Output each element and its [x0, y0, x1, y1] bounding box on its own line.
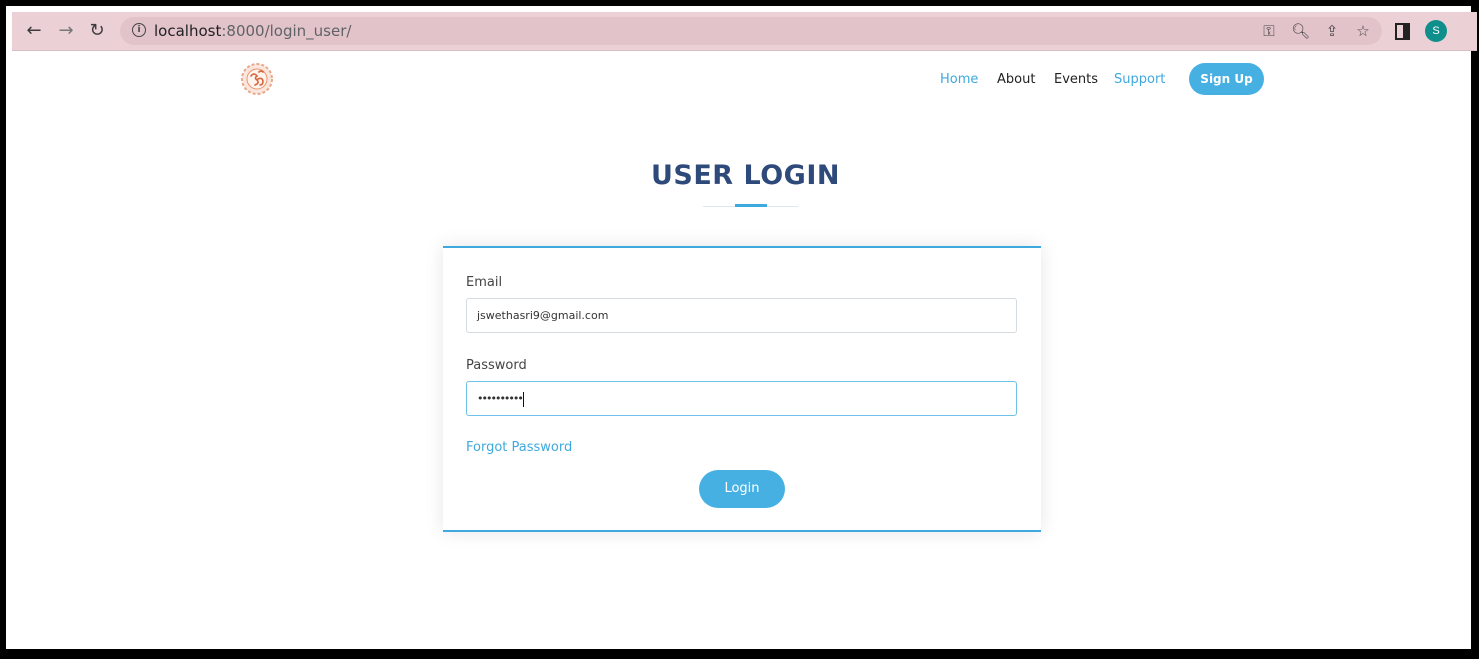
share-icon[interactable]: ⇪ [1323, 22, 1341, 40]
title-accent-bar [735, 204, 767, 207]
forward-arrow-icon[interactable]: → [56, 21, 76, 41]
email-label: Email [466, 275, 503, 290]
om-logo[interactable] [239, 62, 275, 96]
back-arrow-icon[interactable]: ← [24, 21, 44, 41]
address-bar-url[interactable]: localhost:8000/login_user/ [154, 22, 351, 40]
page-title: USER LOGIN [650, 160, 840, 191]
email-field[interactable]: jswethasri9@gmail.com [466, 298, 1017, 333]
forgot-password-link[interactable]: Forgot Password [466, 440, 572, 455]
url-host: localhost [154, 22, 222, 40]
url-path: :8000/login_user/ [221, 22, 352, 40]
site-info-icon[interactable]: i [132, 23, 146, 37]
nav-events-link[interactable]: Events [1054, 72, 1098, 87]
text-caret [522, 391, 524, 407]
address-bar[interactable]: i localhost:8000/login_user/ ⚿ 🔍︎ ⇪ ☆ [120, 17, 1382, 45]
nav-about-link[interactable]: About [997, 72, 1035, 87]
zoom-icon[interactable]: 🔍︎ [1291, 22, 1310, 40]
key-icon[interactable]: ⚿ [1260, 22, 1278, 40]
login-button[interactable]: Login [699, 470, 785, 508]
screenshot-frame: ← → ↻ i localhost:8000/login_user/ ⚿ 🔍︎ … [0, 0, 1479, 659]
side-panel-icon[interactable] [1395, 23, 1410, 40]
bookmark-star-icon[interactable]: ☆ [1354, 22, 1372, 40]
nav-support-link[interactable]: Support [1114, 72, 1165, 87]
login-card: Email jswethasri9@gmail.com Password •••… [443, 246, 1041, 532]
signup-button[interactable]: Sign Up [1189, 63, 1264, 95]
nav-home-link[interactable]: Home [940, 72, 978, 87]
browser-toolbar: ← → ↻ i localhost:8000/login_user/ ⚿ 🔍︎ … [12, 12, 1477, 51]
password-field[interactable]: •••••••••• [466, 381, 1017, 416]
password-label: Password [466, 358, 527, 373]
profile-avatar[interactable]: S [1425, 20, 1447, 42]
reload-icon[interactable]: ↻ [87, 21, 107, 41]
password-value: •••••••••• [477, 392, 524, 405]
